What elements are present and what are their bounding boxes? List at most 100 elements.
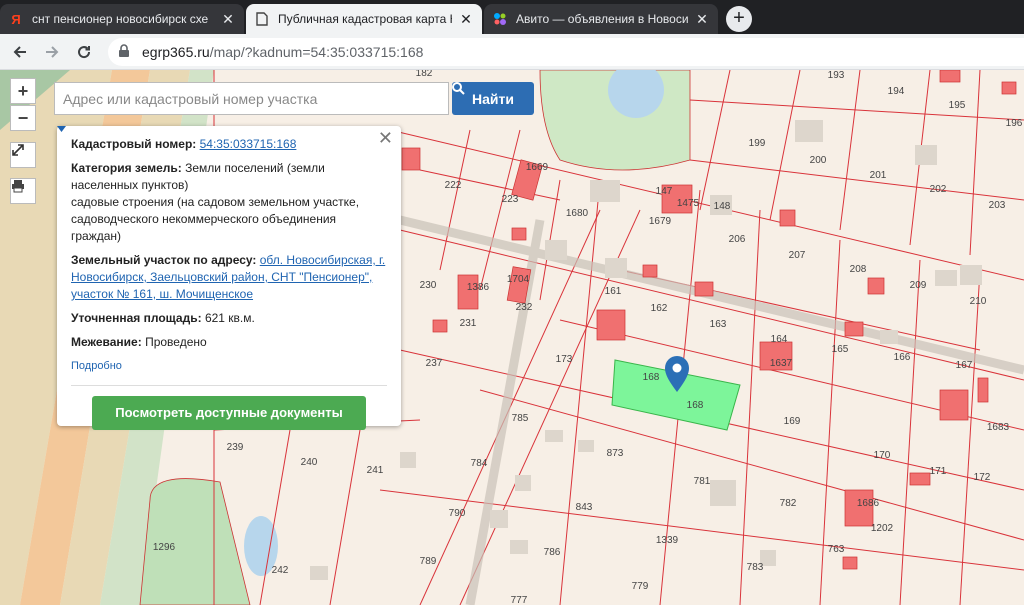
parcel-number-label: 240 bbox=[301, 457, 318, 468]
parcel-number-label: 1680 bbox=[566, 208, 589, 219]
close-tab-icon[interactable]: ✕ bbox=[220, 11, 236, 27]
parcel-number-label: 164 bbox=[771, 334, 788, 345]
search-button-label: Найти bbox=[472, 90, 514, 107]
fullscreen-button[interactable] bbox=[10, 142, 36, 168]
tab-bar: Я снт пенсионер новосибирск схе ✕ Публич… bbox=[0, 0, 1024, 34]
back-button[interactable] bbox=[8, 40, 32, 64]
parcel-number-label: 200 bbox=[810, 155, 827, 166]
area-value: 621 кв.м. bbox=[204, 311, 255, 325]
search-input[interactable]: Адрес или кадастровый номер участка bbox=[54, 82, 449, 115]
tab-title: снт пенсионер новосибирск схе bbox=[32, 12, 209, 26]
more-details-label: Подробно bbox=[71, 360, 122, 372]
parcel-number-label: 784 bbox=[471, 458, 488, 469]
caret-down-icon bbox=[57, 126, 66, 132]
parcel-number-label: 232 bbox=[516, 302, 533, 313]
parcel-number-label: 168 bbox=[643, 372, 660, 383]
usage-value: садовые строения (на садовом земельном у… bbox=[71, 195, 360, 243]
parcel-number-label: 210 bbox=[970, 296, 987, 307]
parcel-number-label: 781 bbox=[694, 476, 711, 487]
document-icon bbox=[254, 11, 270, 27]
address-label: Земельный участок по адресу: bbox=[71, 253, 257, 267]
search-button[interactable]: Найти bbox=[452, 82, 534, 115]
parcel-number-label: 207 bbox=[789, 250, 806, 261]
parcel-number-label: 206 bbox=[729, 234, 746, 245]
parcel-number-label: 231 bbox=[460, 318, 477, 329]
parcel-number-label: 779 bbox=[632, 581, 649, 592]
tab-title: Авито — объявления в Новосиби bbox=[516, 12, 688, 26]
parcel-number-label: 1637 bbox=[770, 358, 793, 369]
parcel-number-label: 1669 bbox=[526, 162, 549, 173]
parcel-number-label: 168 bbox=[687, 400, 704, 411]
parcel-number-label: 239 bbox=[227, 442, 244, 453]
parcel-number-label: 789 bbox=[420, 556, 437, 567]
reload-icon bbox=[78, 46, 91, 59]
parcel-info-popup: ✕ Кадастровый номер: 54:35:033715:168 Ка… bbox=[57, 126, 401, 430]
parcel-number-label: 173 bbox=[556, 354, 573, 365]
divider bbox=[71, 385, 387, 386]
parcel-number-label: 1679 bbox=[649, 216, 672, 227]
parcel-number-label: 223 bbox=[502, 194, 519, 205]
parcel-number-label: 241 bbox=[367, 465, 384, 476]
parcel-number-label: 1475 bbox=[677, 198, 700, 209]
parcel-number-label: 1386 bbox=[467, 282, 490, 293]
parcel-number-label: 170 bbox=[874, 450, 891, 461]
parcel-number-label: 843 bbox=[576, 502, 593, 513]
tab-yandex-search[interactable]: Я снт пенсионер новосибирск схе ✕ bbox=[0, 4, 244, 34]
more-details-link[interactable]: Подробно bbox=[57, 126, 387, 375]
parcel-number-label: 171 bbox=[930, 466, 947, 477]
close-tab-icon[interactable]: ✕ bbox=[458, 11, 474, 27]
parcel-number-label: 786 bbox=[544, 547, 561, 558]
reload-button[interactable] bbox=[72, 40, 96, 64]
print-button[interactable] bbox=[10, 178, 36, 204]
printer-icon bbox=[12, 180, 24, 193]
yandex-icon: Я bbox=[11, 11, 21, 27]
arrow-right-icon bbox=[46, 46, 59, 58]
cadastral-map[interactable]: 182 193 194 195 196 199 200 201 202 203 222 223 1669… bbox=[0, 70, 1024, 605]
parcel-number-label: 783 bbox=[747, 562, 764, 573]
tab-cadastral-map[interactable]: Публичная кадастровая карта Н ✕ bbox=[246, 4, 482, 34]
avito-icon bbox=[492, 11, 508, 27]
parcel-number-label: 169 bbox=[784, 416, 801, 427]
search-icon bbox=[452, 82, 465, 95]
parcel-number-label: 785 bbox=[512, 413, 529, 424]
parcel-number-label: 1704 bbox=[507, 274, 530, 285]
close-icon[interactable]: ✕ bbox=[378, 129, 393, 147]
fullscreen-icon bbox=[12, 144, 24, 156]
lock-icon bbox=[118, 44, 134, 60]
browser-toolbar: egrp365.ru/map/?kadnum=54:35:033715:168 bbox=[0, 34, 1024, 70]
cadnum-label: Кадастровый номер: bbox=[71, 137, 197, 151]
forward-button[interactable] bbox=[40, 40, 64, 64]
parcel-number-label: 194 bbox=[888, 86, 905, 97]
parcel-number-label: 165 bbox=[832, 344, 849, 355]
parcel-number-label: 777 bbox=[511, 595, 528, 605]
url-path: /map/?kadnum=54:35:033715:168 bbox=[209, 44, 424, 60]
parcel-number-label: 196 bbox=[1006, 118, 1023, 129]
parcel-number-label: 193 bbox=[828, 70, 845, 81]
zoom-in-button[interactable]: + bbox=[10, 78, 36, 104]
parcel-number-label: 161 bbox=[605, 286, 622, 297]
url-host: egrp365.ru bbox=[142, 44, 210, 60]
arrow-left-icon bbox=[13, 46, 26, 58]
parcel-number-label: 163 bbox=[710, 319, 727, 330]
survey-value: Проведено bbox=[145, 335, 207, 349]
zoom-out-button[interactable]: − bbox=[10, 105, 36, 131]
address-bar[interactable]: egrp365.ru/map/?kadnum=54:35:033715:168 bbox=[108, 38, 1024, 66]
parcel-number-label: 162 bbox=[651, 303, 668, 314]
tab-avito[interactable]: Авито — объявления в Новосиби ✕ bbox=[484, 4, 718, 34]
parcel-number-label: 1296 bbox=[153, 542, 176, 553]
area-label: Уточненная площадь: bbox=[71, 311, 202, 325]
parcel-number-label: 208 bbox=[850, 264, 867, 275]
close-tab-icon[interactable]: ✕ bbox=[694, 11, 710, 27]
parcel-number-label: 203 bbox=[989, 200, 1006, 211]
parcel-number-label: 873 bbox=[607, 448, 624, 459]
parcel-number-label: 230 bbox=[420, 280, 437, 291]
parcel-number-label: 201 bbox=[870, 170, 887, 181]
parcel-number-label: 1686 bbox=[857, 498, 880, 509]
parcel-number-label: 195 bbox=[949, 100, 966, 111]
cadnum-link[interactable]: 54:35:033715:168 bbox=[200, 137, 297, 151]
parcel-number-label: 166 bbox=[894, 352, 911, 363]
parcel-number-label: 763 bbox=[828, 544, 845, 555]
new-tab-button[interactable]: + bbox=[726, 6, 752, 32]
parcel-number-label: 790 bbox=[449, 508, 466, 519]
view-documents-button[interactable]: Посмотреть доступные документы bbox=[92, 396, 366, 430]
